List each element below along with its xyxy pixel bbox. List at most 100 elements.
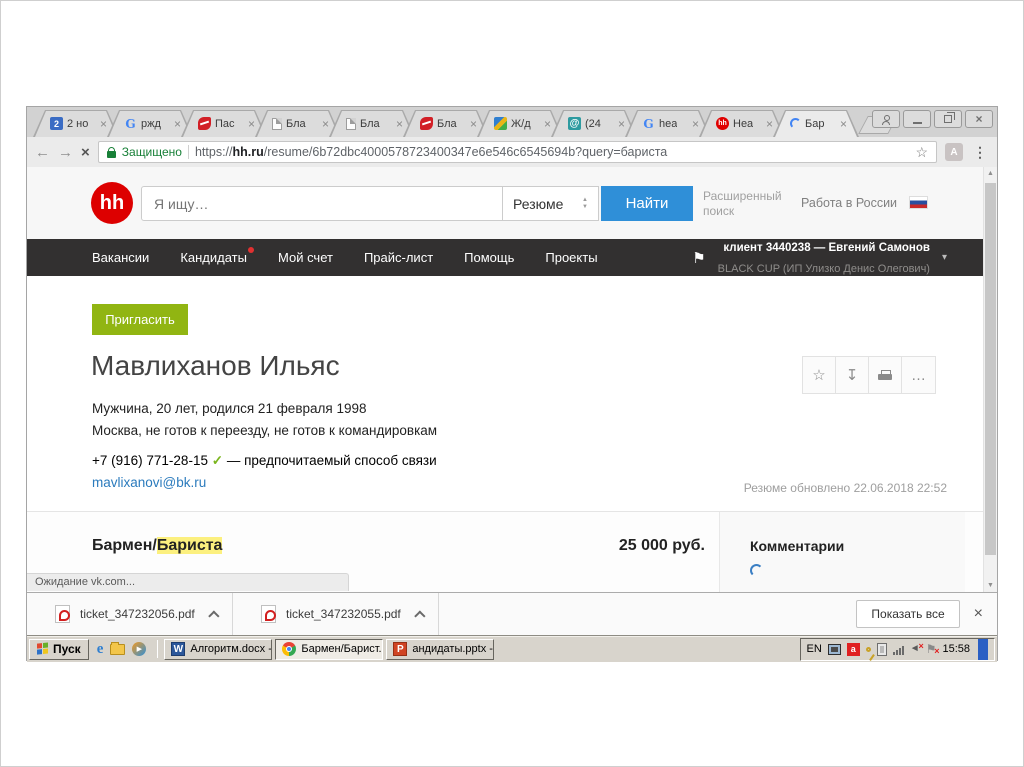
avira-icon[interactable]: a	[846, 642, 860, 656]
scroll-up-icon[interactable]: ▲	[984, 170, 997, 177]
client-menu[interactable]: ⚑ клиент 3440238 — Евгений Самонов BLACK…	[692, 237, 997, 279]
address-bar: ← → × Защищено https://hh.ru/resume/6b72…	[27, 137, 997, 167]
tab-label: (24	[585, 117, 601, 130]
resume-updated: Резюме обновлено 22.06.2018 22:52	[743, 481, 947, 495]
start-button[interactable]: Пуск	[29, 638, 89, 660]
task-button-word[interactable]: WАлгоритм.docx - ...	[164, 638, 273, 660]
forward-button[interactable]: →	[58, 145, 73, 160]
folder-icon[interactable]	[110, 641, 126, 655]
loading-spinner-icon	[790, 118, 801, 129]
security-label: Защищено	[121, 145, 182, 159]
stop-button[interactable]: ×	[81, 145, 90, 160]
more-actions-icon[interactable]: …	[902, 357, 935, 393]
task-button-powerpoint[interactable]: Pандидаты.pptx - ...	[386, 638, 495, 660]
scrollbar[interactable]: ▲ ▼	[983, 167, 997, 592]
url-field[interactable]: Защищено https://hh.ru/resume/6b72dbc400…	[97, 141, 937, 163]
scroll-down-icon[interactable]: ▼	[984, 582, 997, 589]
highlighted-keyword: Бариста	[156, 537, 223, 554]
tab-close-icon[interactable]: ×	[100, 118, 107, 130]
browser-menu-icon[interactable]: ⋮	[971, 144, 989, 161]
word-icon: W	[171, 642, 186, 656]
rzd-icon	[198, 117, 211, 130]
security-alert-flag-icon[interactable]: ⚑ ×	[926, 643, 940, 656]
close-downloads-icon[interactable]: ×	[974, 605, 983, 623]
download-item[interactable]: ticket_347232056.pdf	[27, 593, 233, 635]
hh-logo[interactable]: hh	[91, 182, 133, 224]
media-player-icon[interactable]: ▶	[132, 642, 147, 656]
minimize-button[interactable]	[903, 110, 931, 128]
nav-item-candidates[interactable]: Кандидаты	[180, 247, 254, 265]
invite-button[interactable]: Пригласить	[92, 304, 188, 335]
volume-muted-icon[interactable]: ◄ ×	[910, 642, 924, 654]
tab-close-icon[interactable]: ×	[766, 118, 773, 130]
loading-spinner-icon	[750, 564, 763, 577]
adobe-extension-icon[interactable]: A	[945, 143, 963, 161]
pdf-icon	[261, 605, 276, 623]
clipboard-icon[interactable]	[876, 642, 887, 656]
tab-close-icon[interactable]: ×	[396, 118, 403, 130]
chevron-up-icon[interactable]	[414, 610, 426, 622]
internet-explorer-icon[interactable]: e	[97, 641, 104, 657]
favorite-star-icon[interactable]: ☆	[803, 357, 836, 393]
restore-icon	[944, 112, 955, 123]
search-input[interactable]	[141, 186, 503, 221]
download-icon[interactable]: ↧	[836, 357, 869, 393]
tab-close-icon[interactable]: ×	[618, 118, 625, 130]
show-all-downloads-button[interactable]: Показать все	[856, 600, 960, 628]
client-company: BLACK CUP (ИП Улизко Денис Олегович)	[717, 262, 930, 275]
taskbar: Пуск e ▶ WАлгоритм.docx - ... Бармен/Бар…	[27, 635, 997, 662]
tab-close-icon[interactable]: ×	[840, 118, 847, 130]
notes-2-icon: 2	[50, 117, 63, 130]
tab-label: Бар	[805, 117, 825, 130]
chevron-up-icon[interactable]	[208, 610, 220, 622]
client-name: клиент 3440238 — Евгений Самонов	[723, 241, 930, 254]
russia-flag-icon[interactable]	[909, 196, 928, 209]
tab-close-icon[interactable]: ×	[470, 118, 477, 130]
maximize-button[interactable]	[934, 110, 962, 128]
tab-close-icon[interactable]: ×	[174, 118, 181, 130]
advanced-search-link[interactable]: Расширенный поиск	[703, 189, 783, 219]
candidate-email[interactable]: mavlixanovi@bk.ru	[92, 475, 206, 490]
tab-label: Бла	[360, 117, 380, 130]
downloads-bar: ticket_347232056.pdf ticket_347232055.pd…	[27, 592, 997, 635]
nav-item-projects[interactable]: Проекты	[545, 250, 597, 265]
tab-close-icon[interactable]: ×	[322, 118, 329, 130]
find-button[interactable]: Найти	[601, 186, 693, 221]
tab-close-icon[interactable]: ×	[248, 118, 255, 130]
chrome-icon	[282, 642, 297, 656]
key-icon[interactable]	[865, 646, 871, 652]
url-text: https://hh.ru/resume/6b72dbc400057872340…	[194, 145, 668, 159]
tab-close-icon[interactable]: ×	[544, 118, 551, 130]
region-link[interactable]: Работа в России	[801, 196, 897, 210]
nav-item-help[interactable]: Помощь	[464, 250, 514, 265]
mail-at-icon: @	[568, 117, 581, 130]
bookmark-star-icon[interactable]: ☆	[915, 144, 928, 161]
download-filename: ticket_347232056.pdf	[80, 607, 195, 621]
print-icon[interactable]	[869, 357, 902, 393]
task-button-chrome[interactable]: Бармен/Барист...	[275, 638, 384, 660]
show-desktop-edge[interactable]	[978, 638, 988, 660]
google-icon: G	[125, 116, 136, 131]
quick-launch: e ▶	[89, 641, 155, 657]
tab-label: ржд	[141, 117, 161, 130]
candidate-phone: +7 (916) 771-28-15 ✓ — предпочитаемый сп…	[92, 453, 437, 468]
scroll-thumb[interactable]	[985, 183, 996, 555]
nav-item-account[interactable]: Мой счет	[278, 250, 333, 265]
profile-button[interactable]	[872, 110, 900, 128]
nav-item-pricelist[interactable]: Прайс-лист	[364, 250, 433, 265]
powerpoint-icon: P	[393, 642, 408, 656]
language-indicator[interactable]: EN	[807, 643, 822, 655]
display-icon[interactable]	[827, 643, 841, 655]
download-item[interactable]: ticket_347232055.pdf	[233, 593, 439, 635]
close-window-button[interactable]: ×	[965, 110, 993, 128]
back-button[interactable]: ←	[35, 145, 50, 160]
signal-icon[interactable]	[892, 644, 904, 655]
notification-dot	[247, 247, 254, 253]
browser-window: 2 2 но × Gржд × Пас × Бла × Бла × Бла × Ж/д × @ (…	[26, 106, 998, 662]
browser-tab-active[interactable]: Бар ×	[773, 110, 859, 137]
person-icon	[882, 114, 890, 125]
nav-item-vacancies[interactable]: Вакансии	[92, 250, 149, 265]
chevron-down-icon: ▾	[941, 252, 947, 263]
tab-close-icon[interactable]: ×	[692, 118, 699, 130]
search-type-select[interactable]: Резюме ▲ ▼	[503, 186, 599, 221]
